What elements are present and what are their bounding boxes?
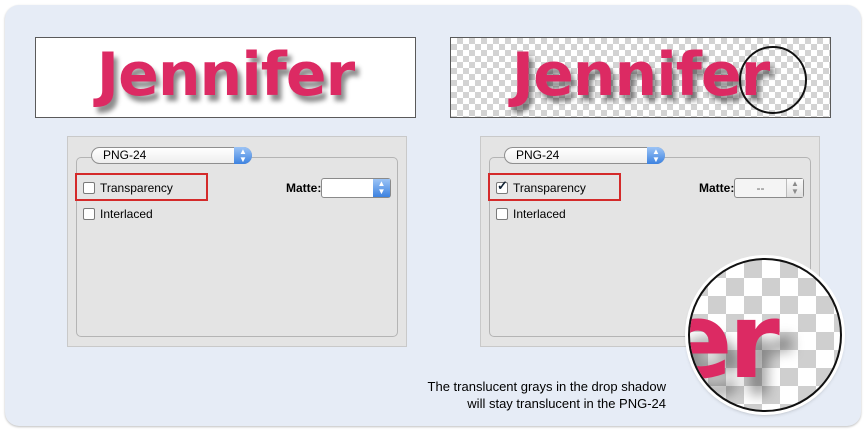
format-select[interactable]: PNG-24 ▲ ▼	[91, 147, 252, 164]
updown-arrows-icon: ▲ ▼	[234, 147, 252, 164]
preview-transparent: Jennifer	[450, 37, 831, 118]
updown-arrows-icon: ▲ ▼	[786, 179, 803, 197]
format-select-value: PNG-24	[103, 148, 147, 162]
caption-line-1: The translucent grays in the drop shadow	[427, 379, 666, 394]
interlaced-label: Interlaced	[100, 207, 153, 221]
interlaced-option[interactable]: Interlaced	[496, 207, 566, 221]
zoom-circle-marker	[739, 46, 807, 114]
matte-select[interactable]: ▲ ▼	[321, 178, 391, 198]
format-select-value: PNG-24	[516, 148, 560, 162]
magnified-text: er	[690, 280, 780, 402]
matte-label: Matte:	[286, 181, 322, 195]
interlaced-label: Interlaced	[513, 207, 566, 221]
caption: The translucent grays in the drop shadow…	[428, 378, 666, 412]
highlight-box	[488, 173, 621, 201]
matte-label: Matte:	[699, 181, 735, 195]
caption-line-2: will stay translucent in the PNG-24	[467, 396, 666, 411]
updown-arrows-icon: ▲ ▼	[647, 147, 665, 164]
interlaced-checkbox[interactable]	[83, 208, 95, 220]
magnified-view: er	[688, 258, 842, 412]
figure-frame: Jennifer Jennifer PNG-24 ▲ ▼ Transparency…	[5, 5, 861, 426]
jennifer-text: Jennifer	[96, 40, 355, 110]
preview-opaque: Jennifer	[35, 37, 416, 118]
matte-value: --	[756, 181, 765, 195]
matte-select[interactable]: -- ▲ ▼	[734, 178, 804, 198]
highlight-box	[75, 173, 208, 201]
format-select[interactable]: PNG-24 ▲ ▼	[504, 147, 665, 164]
png-settings-panel-left: PNG-24 ▲ ▼ Transparency Interlaced Matte:…	[67, 136, 407, 347]
interlaced-option[interactable]: Interlaced	[83, 207, 153, 221]
interlaced-checkbox[interactable]	[496, 208, 508, 220]
updown-arrows-icon: ▲ ▼	[373, 179, 390, 197]
